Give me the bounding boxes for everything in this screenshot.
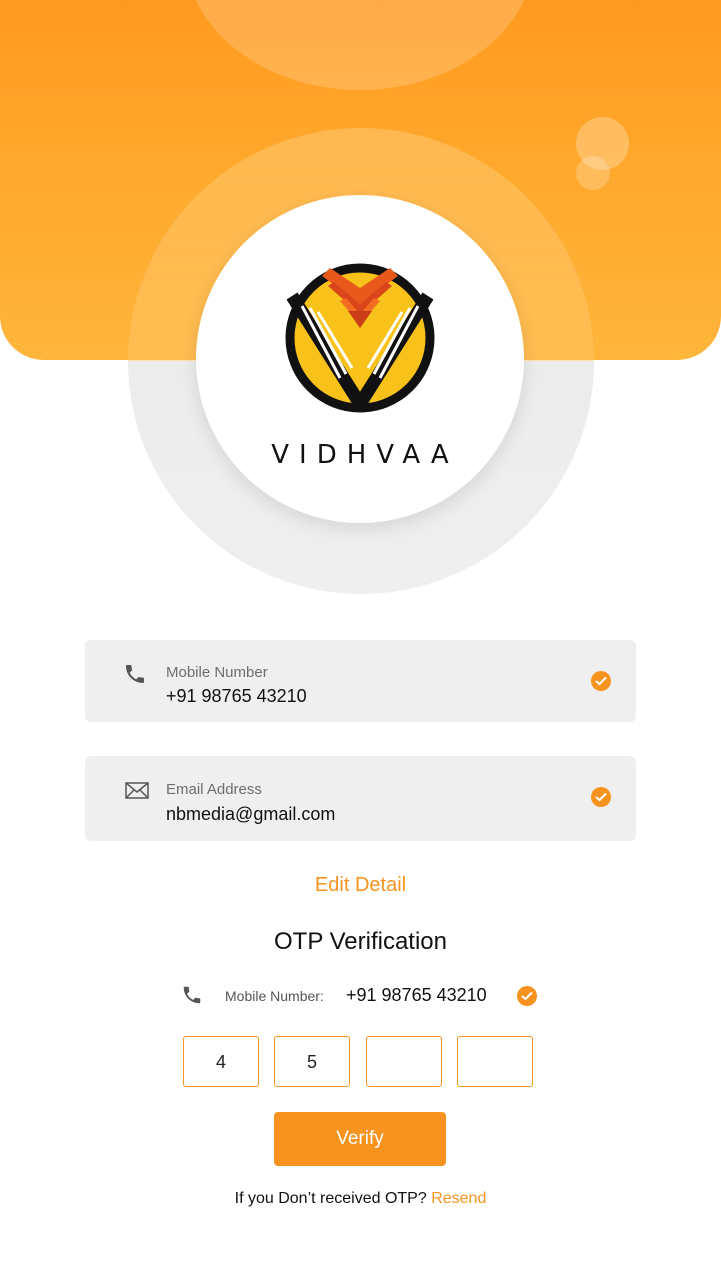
otp-digit-3[interactable] xyxy=(366,1036,442,1087)
phone-icon xyxy=(183,986,201,1004)
otp-digit-4[interactable] xyxy=(457,1036,533,1087)
otp-title: OTP Verification xyxy=(274,928,447,955)
decorative-circle xyxy=(185,0,535,90)
mobile-number-field[interactable]: Mobile Number +91 98765 43210 xyxy=(85,640,636,722)
otp-digit-2[interactable]: 5 xyxy=(274,1036,350,1087)
resend-link[interactable]: Resend xyxy=(431,1190,486,1207)
otp-digit-1[interactable]: 4 xyxy=(183,1036,259,1087)
edit-detail-link[interactable]: Edit Detail xyxy=(0,874,721,897)
resend-prompt: If you Don’t received OTP? Resend xyxy=(0,1190,721,1208)
mobile-number-label: Mobile Number xyxy=(166,664,268,681)
mobile-number-value[interactable]: +91 98765 43210 xyxy=(166,686,307,707)
decorative-bubble xyxy=(576,156,610,190)
check-circle-icon xyxy=(591,787,611,807)
email-address-value[interactable]: nbmedia@gmail.com xyxy=(166,804,335,825)
vidhvaa-logo xyxy=(285,263,435,413)
resend-prompt-text: If you Don’t received OTP? xyxy=(234,1190,427,1207)
email-address-field[interactable]: Email Address nbmedia@gmail.com xyxy=(85,756,636,841)
check-circle-icon xyxy=(517,986,537,1006)
mail-icon xyxy=(125,782,149,799)
otp-mobile-label: Mobile Number: xyxy=(225,988,324,1004)
phone-icon xyxy=(126,665,144,683)
brand-name: VIDHVAA xyxy=(271,440,459,470)
email-address-label: Email Address xyxy=(166,781,262,798)
otp-mobile-value: +91 98765 43210 xyxy=(346,985,487,1005)
check-circle-icon xyxy=(591,671,611,691)
verify-button[interactable]: Verify xyxy=(274,1112,446,1166)
